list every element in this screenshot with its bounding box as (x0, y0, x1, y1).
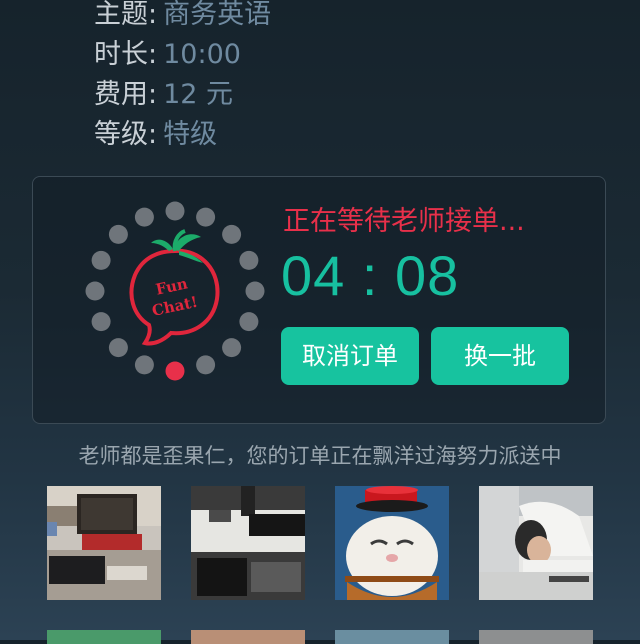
spinner-dot (239, 250, 259, 270)
level-label: 等级: (94, 119, 158, 150)
man-sleeping-photo (479, 486, 593, 600)
loading-spinner: Fun Chat! (85, 201, 265, 381)
teacher-photo-5[interactable] (47, 630, 161, 644)
spinner-dot (245, 281, 265, 301)
spinner-dot (222, 224, 242, 244)
teacher-photo-3[interactable] (335, 486, 449, 600)
spinner-dot (91, 312, 111, 332)
switch-batch-button[interactable]: 换一批 (431, 327, 569, 385)
countdown-timer: 04 : 08 (281, 244, 460, 307)
fun-chat-logo-icon: Fun Chat! (129, 229, 220, 346)
order-info: 主题: 商务英语 时长: 10:00 费用: 12 元 等级: 特级 (94, 0, 271, 158)
spinner-dot (196, 207, 216, 227)
dispatch-notice: 老师都是歪果仁，您的订单正在飘洋过海努力派送中 (78, 444, 562, 468)
spinner-dot (108, 338, 128, 358)
desk-monitor-photo (47, 486, 161, 600)
waiting-panel: Fun Chat! 正在等待老师接单... 04 : 08 取消订单 换一批 (32, 176, 606, 424)
level-value: 特级 (163, 119, 218, 150)
teacher-photo-1[interactable] (47, 486, 161, 600)
topic-row: 主题: 商务英语 (94, 0, 271, 38)
teacher-photo-2[interactable] (191, 486, 305, 600)
fee-label: 费用: (94, 79, 158, 110)
duration-row: 时长: 10:00 (94, 38, 271, 78)
fee-row: 费用: 12 元 (94, 78, 271, 118)
cat-hat-photo (335, 486, 449, 600)
level-row: 等级: 特级 (94, 118, 271, 158)
spinner-active-dot (165, 361, 185, 381)
cancel-order-button[interactable]: 取消订单 (281, 327, 419, 385)
spinner-dot (196, 355, 216, 375)
waiting-status: 正在等待老师接单... (283, 206, 525, 237)
spinner-dot (222, 338, 242, 358)
duration-label: 时长: (94, 39, 158, 70)
teacher-photo-8[interactable] (479, 630, 593, 644)
teacher-photo-4[interactable] (479, 486, 593, 600)
topic-label: 主题: (94, 0, 158, 30)
spinner-dot (85, 281, 105, 301)
fee-value: 12 元 (163, 79, 234, 110)
keyboard-desk-photo (191, 486, 305, 600)
spinner-dot (134, 355, 154, 375)
spinner-dot (239, 312, 259, 332)
spinner-dot (91, 250, 111, 270)
teacher-photo-7[interactable] (335, 630, 449, 644)
spinner-dot (108, 224, 128, 244)
topic-value: 商务英语 (163, 0, 272, 30)
teacher-photo-6[interactable] (191, 630, 305, 644)
spinner-dot (134, 207, 154, 227)
spinner-dot (165, 201, 185, 221)
duration-value: 10:00 (163, 39, 241, 70)
